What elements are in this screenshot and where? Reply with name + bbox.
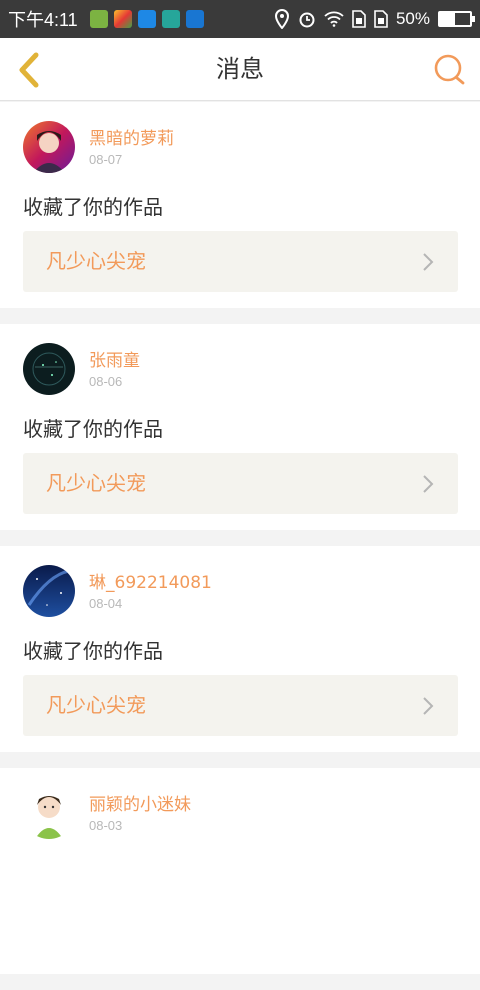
message-date: 08-03 xyxy=(89,818,123,833)
status-right: 50% xyxy=(274,9,475,29)
app-icon-1 xyxy=(89,10,108,28)
alarm-icon xyxy=(299,12,315,28)
avatar-image xyxy=(23,565,75,617)
chevron-left-icon xyxy=(19,52,39,88)
status-left: 下午4:11 xyxy=(8,6,204,32)
avatar-image xyxy=(23,343,75,395)
user-name[interactable]: 丽颖的小迷妹 xyxy=(89,790,191,815)
sim1-icon xyxy=(352,10,366,28)
search-button[interactable] xyxy=(432,52,468,88)
work-link[interactable]: 凡少心尖宠 xyxy=(23,453,458,514)
work-title: 凡少心尖宠 xyxy=(46,693,146,717)
work-title: 凡少心尖宠 xyxy=(46,249,146,273)
location-icon xyxy=(274,9,289,29)
avatar[interactable] xyxy=(23,121,75,173)
work-link[interactable]: 凡少心尖宠 xyxy=(23,675,458,736)
message-card: 琳_692214081 08-04 收藏了你的作品 凡少心尖宠 xyxy=(0,546,480,752)
message-card: 张雨童 08-06 收藏了你的作品 凡少心尖宠 xyxy=(0,324,480,530)
work-title: 凡少心尖宠 xyxy=(46,471,146,495)
message-card: 丽颖的小迷妹 08-03 xyxy=(0,768,480,974)
sim2-icon xyxy=(374,10,388,28)
action-text: 收藏了你的作品 xyxy=(23,195,163,219)
top-bar: 消息 xyxy=(0,38,480,101)
back-button[interactable] xyxy=(12,50,52,90)
search-icon xyxy=(434,54,465,85)
avatar-image xyxy=(23,121,75,173)
message-date: 08-07 xyxy=(89,152,123,167)
app-icon-2 xyxy=(113,10,132,28)
wifi-icon xyxy=(324,11,344,27)
page-title: 消息 xyxy=(216,55,264,83)
message-card: 黑暗的萝莉 08-07 收藏了你的作品 凡少心尖宠 xyxy=(0,102,480,308)
battery-fill xyxy=(440,13,455,25)
action-text: 收藏了你的作品 xyxy=(23,639,163,663)
chevron-right-icon xyxy=(423,697,434,715)
message-list: 黑暗的萝莉 08-07 收藏了你的作品 凡少心尖宠 张雨童 08-06 收藏了你… xyxy=(0,102,480,990)
app-icon-3 xyxy=(137,10,156,28)
chevron-right-icon xyxy=(423,253,434,271)
user-name[interactable]: 张雨童 xyxy=(89,346,140,371)
app-icon-4 xyxy=(161,10,180,28)
chevron-right-icon xyxy=(423,475,434,493)
avatar[interactable] xyxy=(23,787,75,839)
avatar[interactable] xyxy=(23,343,75,395)
work-link[interactable]: 凡少心尖宠 xyxy=(23,231,458,292)
status-time: 下午4:11 xyxy=(8,10,78,30)
battery-icon xyxy=(438,11,475,27)
user-name[interactable]: 黑暗的萝莉 xyxy=(89,124,174,149)
app-icon-5 xyxy=(185,10,204,28)
avatar[interactable] xyxy=(23,565,75,617)
status-bar: 下午4:11 50% xyxy=(0,0,480,38)
message-date: 08-06 xyxy=(89,374,123,389)
user-name[interactable]: 琳_692214081 xyxy=(89,568,212,593)
message-date: 08-04 xyxy=(89,596,123,611)
battery-text: 50% xyxy=(395,9,430,28)
action-text: 收藏了你的作品 xyxy=(23,417,163,441)
avatar-image xyxy=(23,787,75,839)
